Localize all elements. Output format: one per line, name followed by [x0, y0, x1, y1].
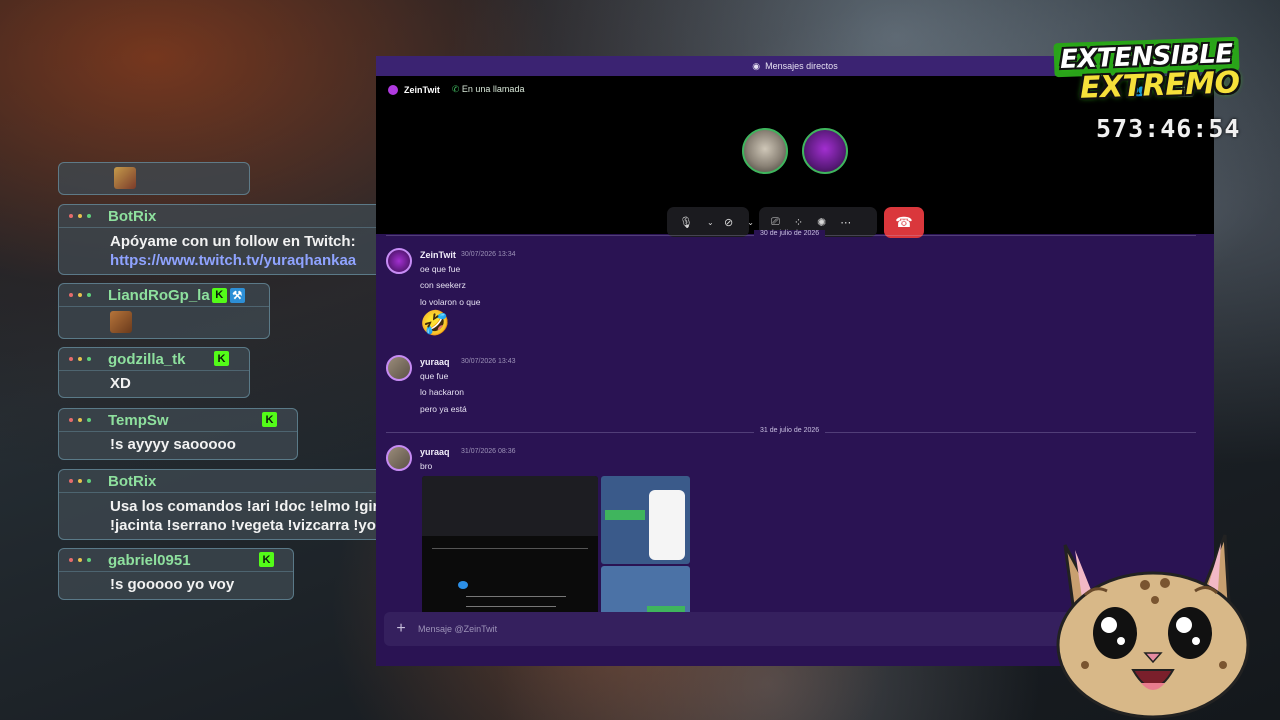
kick-badge-icon: K [211, 287, 227, 303]
chat-text: !s ayyyy saooooo [59, 431, 297, 454]
discord-logo-icon: ◉ [752, 60, 761, 71]
face-emote [110, 311, 132, 333]
message-time: 30/07/2026 13:43 [461, 358, 516, 365]
message-text: con seekerz [420, 280, 466, 290]
message-text: lo volaron o que [420, 297, 481, 307]
dm-name[interactable]: ZeinTwit [404, 85, 440, 95]
chevron-down-icon[interactable]: ⌄ [747, 218, 754, 227]
character-emote [114, 167, 136, 194]
message-time: 30/07/2026 13:34 [461, 251, 516, 258]
cat-mascot-illustration [1056, 534, 1250, 719]
dm-avatar-icon [388, 84, 398, 95]
stream-timer: 573:46:54 [1096, 114, 1241, 143]
message-text: que fue [420, 371, 449, 381]
message-input[interactable]: Mensaje @ZeinTwit [418, 624, 497, 634]
activities-icon[interactable]: ⁘ [794, 216, 803, 229]
message-time: 31/07/2026 08:36 [461, 448, 516, 455]
chat-message: godzilla_tk K XD [58, 347, 250, 398]
chat-message: TempSw K !s ayyyy saooooo [58, 408, 298, 460]
kick-badge-icon: K [214, 351, 229, 366]
call-avatar-cat[interactable] [742, 128, 788, 174]
message-text: oe que fue [420, 264, 461, 274]
avatar[interactable] [386, 248, 412, 274]
hang-up-button[interactable]: ☎ [884, 207, 924, 238]
date-label: 30 de julio de 2026 [754, 230, 826, 237]
avatar[interactable] [386, 445, 412, 471]
chat-message: gabriel0951 K !s gooooo yo voy [58, 548, 294, 600]
message-text: bro [420, 461, 433, 471]
image-attachment[interactable] [422, 476, 598, 626]
window-title: Mensajes directos [765, 61, 838, 71]
message-text: pero ya está [420, 404, 467, 414]
call-avatar-zeintwit[interactable] [802, 128, 848, 174]
message-author[interactable]: yuraaq [420, 447, 450, 457]
more-icon[interactable]: ⋯ [840, 216, 851, 229]
phone-hangup-icon: ☎ [895, 214, 913, 230]
screen-share-icon[interactable]: ⎚ [771, 216, 780, 229]
image-attachment[interactable] [601, 476, 690, 564]
chat-username[interactable]: BotRix [108, 473, 156, 490]
chat-username[interactable]: godzilla_tk [108, 351, 186, 368]
chat-username[interactable]: LiandRoGp_la [108, 287, 210, 304]
chat-username[interactable]: BotRix [108, 208, 156, 225]
chat-username[interactable]: TempSw [108, 412, 169, 429]
soundboard-icon[interactable]: ✺ [817, 216, 826, 229]
message-text: lo hackaron [420, 387, 464, 397]
logo-line-2: EXTREMO [1079, 65, 1241, 106]
chat-username[interactable]: gabriel0951 [108, 552, 191, 569]
camera-off-icon[interactable]: ⊘ [724, 216, 733, 229]
avatar[interactable] [386, 355, 412, 381]
message-author[interactable]: ZeinTwit [420, 250, 456, 260]
microphone-icon[interactable]: 🎙 [679, 216, 693, 229]
message-author[interactable]: yuraaq [420, 357, 450, 367]
date-label: 31 de julio de 2026 [754, 427, 826, 434]
moderator-badge-icon: ⚒ [229, 287, 245, 303]
chat-message [58, 162, 250, 195]
chat-message: LiandRoGp_la K ⚒ [58, 283, 270, 339]
kick-badge-icon: K [259, 552, 274, 567]
chat-text: XD [59, 370, 249, 393]
phone-icon: ✆ [451, 84, 460, 94]
stream-logo: EXTENSIBLE EXTREMO [1052, 36, 1272, 106]
call-status: En una llamada [461, 84, 525, 94]
add-attachment-icon[interactable]: + [384, 620, 418, 638]
laughing-emoji: 🤣 [420, 310, 450, 337]
chat-text: !s gooooo yo voy [59, 571, 293, 594]
kick-badge-icon: K [262, 412, 277, 427]
